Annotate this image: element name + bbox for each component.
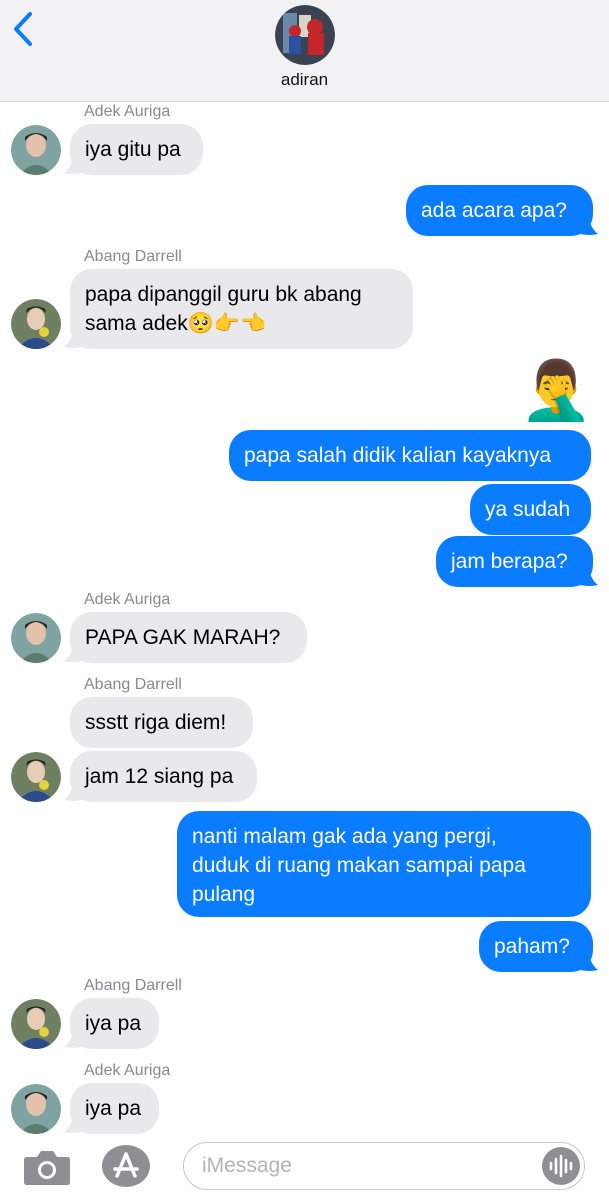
contact-name: adiran (280, 70, 329, 89)
conversation-header: adiran (0, 0, 609, 102)
sender-name: Abang Darrell (84, 977, 182, 994)
message-bubble-outgoing[interactable]: papa salah didik kalian kayaknya (229, 430, 591, 481)
message-bubble-outgoing[interactable]: nanti malam gak ada yang pergi, duduk di… (177, 811, 591, 917)
message-bubble-outgoing[interactable]: ada acara apa? (406, 185, 593, 236)
avatar-adek-auriga[interactable] (11, 1084, 61, 1134)
message-bubble-outgoing[interactable]: paham? (479, 921, 593, 972)
avatar-abang-darrell[interactable] (11, 999, 61, 1049)
avatar-adek-auriga[interactable] (11, 125, 61, 175)
audio-waveform-icon[interactable] (542, 1147, 580, 1185)
sender-name: Adek Auriga (84, 591, 171, 608)
message-bubble-outgoing[interactable]: ya sudah (470, 484, 591, 535)
message-bubble-outgoing[interactable]: jam berapa? (436, 536, 593, 587)
compose-bar: iMessage (0, 1135, 609, 1200)
camera-icon[interactable] (23, 1148, 71, 1186)
message-bubble-incoming[interactable]: papa dipanggil guru bk abang sama adek🥺👉… (70, 269, 413, 349)
facepalm-emoji-message[interactable]: 🤦‍♂️ (520, 358, 592, 424)
message-bubble-incoming[interactable]: iya pa (70, 1083, 159, 1134)
message-bubble-incoming[interactable]: iya gitu pa (70, 124, 203, 175)
message-bubble-incoming[interactable]: iya pa (70, 998, 159, 1049)
app-store-icon[interactable] (101, 1144, 151, 1188)
avatar-adek-auriga[interactable] (11, 613, 61, 663)
avatar-abang-darrell[interactable] (11, 299, 61, 349)
input-placeholder: iMessage (202, 1154, 292, 1177)
imessage-input[interactable]: iMessage (183, 1142, 585, 1190)
message-bubble-incoming[interactable]: ssstt riga diem! (70, 697, 253, 748)
sender-name: Abang Darrell (84, 248, 182, 265)
contact-avatar[interactable] (275, 5, 335, 65)
sender-name: Adek Auriga (84, 103, 171, 120)
message-bubble-incoming[interactable]: jam 12 siang pa (70, 751, 257, 802)
avatar-abang-darrell[interactable] (11, 752, 61, 802)
sender-name: Adek Auriga (84, 1062, 171, 1079)
sender-name: Abang Darrell (84, 676, 182, 693)
message-bubble-incoming[interactable]: PAPA GAK MARAH? (70, 612, 307, 663)
back-chevron-icon[interactable] (10, 10, 36, 50)
